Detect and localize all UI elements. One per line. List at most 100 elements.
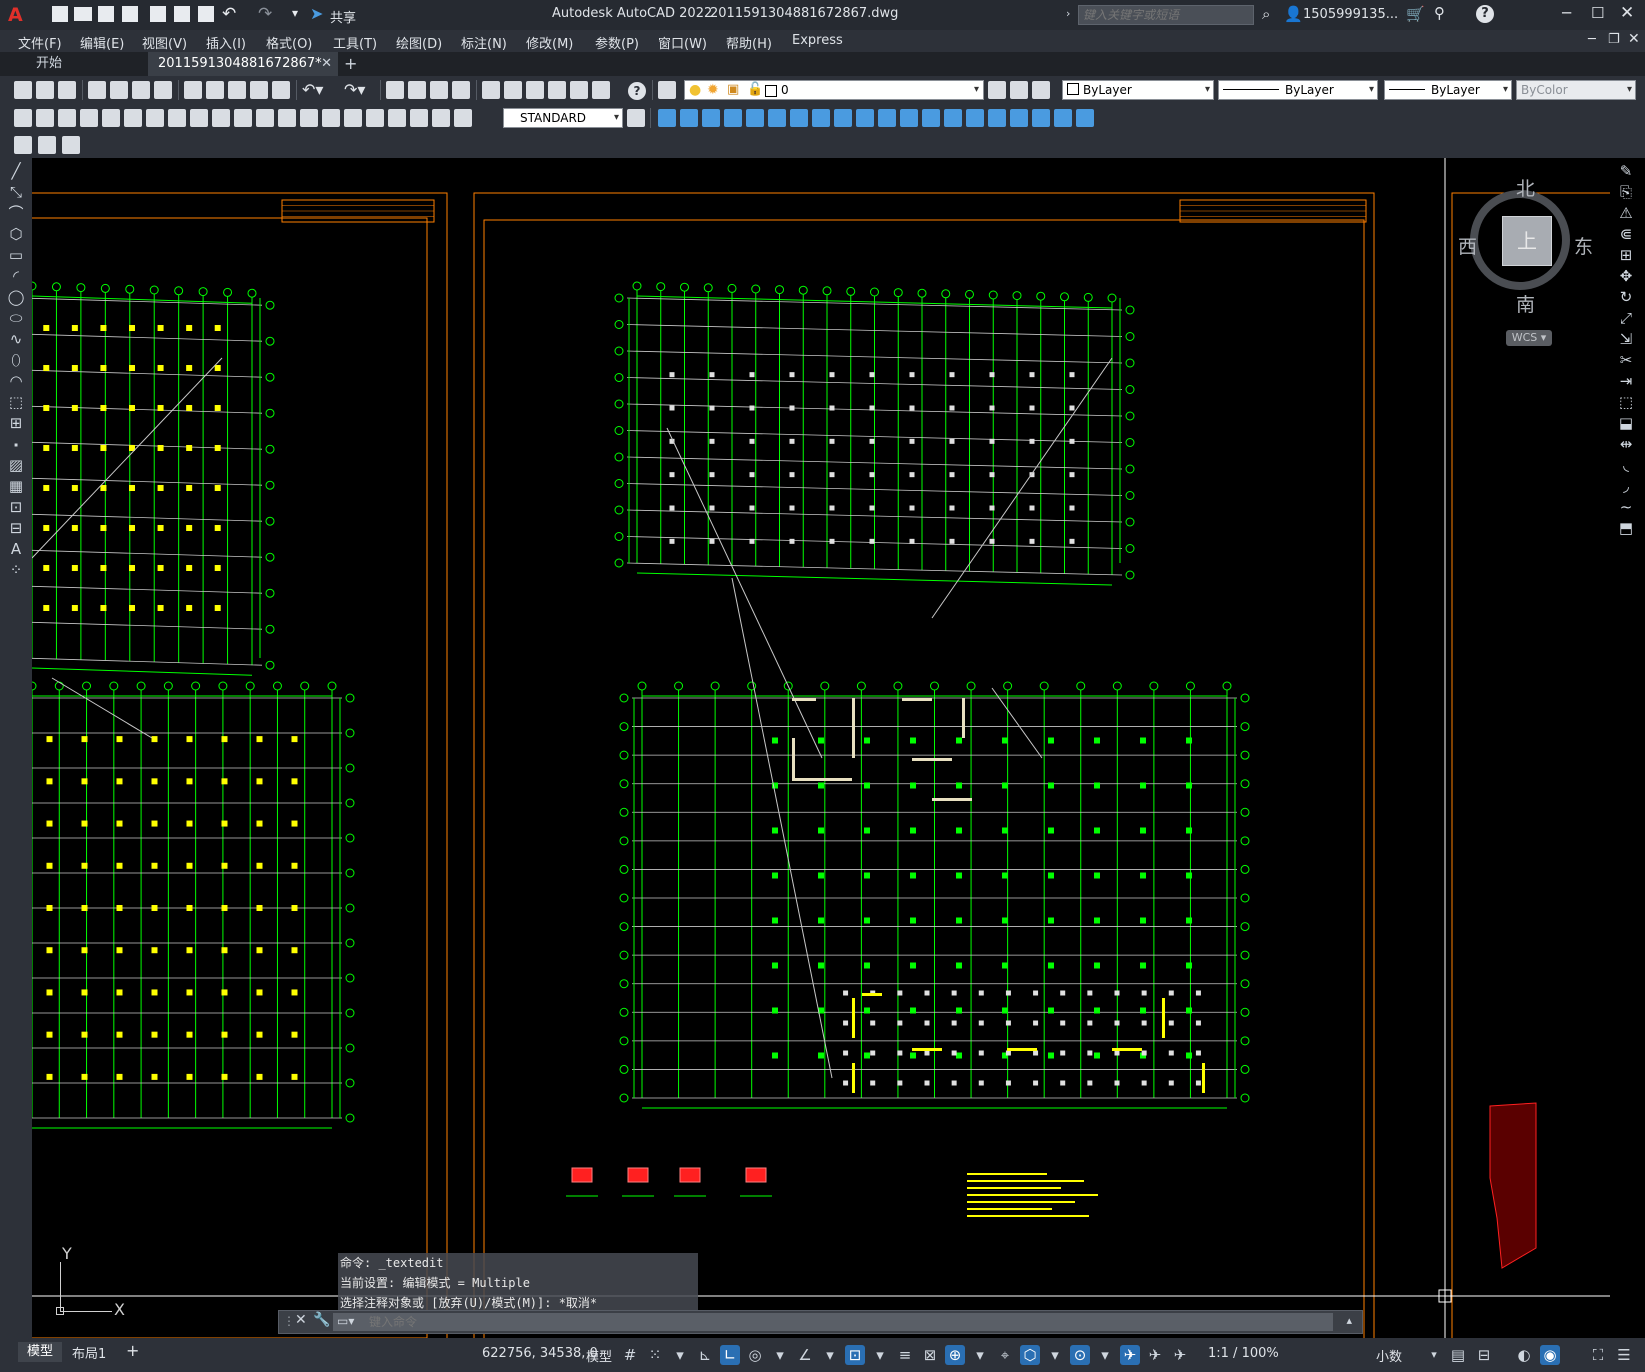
quick-access-saveas-icon[interactable] (122, 6, 138, 22)
zoom-window-icon[interactable] (430, 81, 448, 99)
aligned-dim-icon[interactable] (36, 109, 54, 127)
clean-screen-icon[interactable]: ⛶ (1588, 1345, 1608, 1365)
menu-tools[interactable]: 工具(T) (333, 33, 377, 52)
intersect-icon[interactable] (856, 109, 874, 127)
doc-close-icon[interactable]: ✕ (1628, 31, 1640, 47)
tolerance-icon[interactable] (300, 109, 318, 127)
command-customize-icon[interactable]: 🔧 (313, 1312, 330, 1328)
compass-east[interactable]: 东 (1574, 232, 1593, 259)
layer-dropdown-icon[interactable]: ▾ (974, 81, 979, 99)
hardware-acceleration-icon[interactable]: ◉ (1540, 1345, 1560, 1365)
chamfer-icon[interactable]: ◟ (1617, 456, 1635, 474)
trim-icon[interactable]: ✂ (1617, 351, 1635, 369)
menu-edit[interactable]: 编辑(E) (80, 33, 124, 52)
object-snap-tracking-icon[interactable]: ⊡ (845, 1345, 865, 1365)
color-combo[interactable]: ByLayer ▾ (1062, 80, 1214, 100)
ortho-icon[interactable]: ∟ (720, 1345, 740, 1365)
quickcalc-icon[interactable] (592, 81, 610, 99)
add-selected-icon[interactable]: ⁘ (7, 561, 25, 579)
layer-properties-icon[interactable] (658, 81, 676, 99)
plotstyle-combo[interactable]: ByColor ▾ (1516, 80, 1636, 100)
model-space-button[interactable]: 模型 (586, 1346, 612, 1365)
tab-start[interactable]: 开始 (26, 52, 72, 76)
rotate-icon[interactable]: ↻ (1617, 288, 1635, 306)
paste-icon[interactable] (228, 81, 246, 99)
quick-access-new-icon[interactable] (52, 6, 68, 22)
break-icon[interactable]: ⬓ (1617, 414, 1635, 432)
close-icon[interactable]: ✕ (1620, 3, 1634, 23)
dim-edit-icon[interactable] (388, 109, 406, 127)
plotstyle-dropdown-icon[interactable]: ▾ (1627, 81, 1632, 99)
sun-icon[interactable]: ✹ (707, 81, 719, 99)
flat-icon[interactable] (680, 109, 698, 127)
plot-icon[interactable] (88, 81, 106, 99)
tab-model[interactable]: 模型 (18, 1342, 62, 1362)
doc-restore-icon[interactable]: ❐ (1608, 32, 1620, 47)
lock-ui-icon[interactable]: ⊟ (1474, 1345, 1494, 1365)
selection-cycling-icon[interactable]: ⊕ (945, 1345, 965, 1365)
section-icon[interactable] (1032, 109, 1050, 127)
wcs-menu[interactable]: WCS ▾ (1506, 330, 1552, 346)
color-dropdown-icon[interactable]: ▾ (1205, 81, 1210, 99)
zoom-realtime-icon[interactable] (408, 81, 426, 99)
sphere-icon[interactable] (922, 109, 940, 127)
make-current-layer-icon[interactable] (988, 81, 1006, 99)
copy-icon[interactable] (206, 81, 224, 99)
annotation-scale-icon[interactable]: ✈ (1170, 1345, 1190, 1365)
linetype-combo[interactable]: ByLayer ▾ (1218, 80, 1378, 100)
layer-combo[interactable]: ● ✹ ▣ 🔓 0 ▾ (684, 80, 984, 100)
doc-minimize-icon[interactable]: ─ (1588, 32, 1596, 47)
baseline-dim-icon[interactable] (212, 109, 230, 127)
quick-dim-icon[interactable] (190, 109, 208, 127)
quick-access-publish-icon[interactable] (174, 6, 190, 22)
cone-icon[interactable] (944, 109, 962, 127)
linear-dim-icon[interactable] (14, 109, 32, 127)
command-recent-icon[interactable]: ▭▾ (337, 1314, 354, 1328)
revolve-icon[interactable] (746, 109, 764, 127)
menu-insert[interactable]: 插入(I) (206, 33, 246, 52)
move-icon[interactable]: ✥ (1617, 267, 1635, 285)
subtract-icon[interactable] (834, 109, 852, 127)
annotation-visibility-icon[interactable]: ✈ (1120, 1345, 1140, 1365)
command-close-icon[interactable]: ✕ (295, 1312, 307, 1328)
gouraud-icon[interactable] (702, 109, 720, 127)
spline-icon[interactable]: ∿ (7, 330, 25, 348)
torus-icon[interactable] (988, 109, 1006, 127)
drawing-canvas[interactable] (32, 158, 1610, 1338)
gradient-icon[interactable]: ▦ (7, 477, 25, 495)
3d-print-icon[interactable] (154, 81, 172, 99)
array-icon[interactable]: ⊞ (1617, 246, 1635, 264)
design-center-icon[interactable] (504, 81, 522, 99)
fillet-icon[interactable]: ◞ (1617, 477, 1635, 495)
angular-dim-icon[interactable] (168, 109, 186, 127)
dynamic-ucs-icon[interactable]: ⌖ (995, 1345, 1015, 1365)
zoom-previous-icon[interactable] (452, 81, 470, 99)
auto-scale-icon[interactable]: ✈ (1145, 1345, 1165, 1365)
dim-space-icon[interactable] (256, 109, 274, 127)
table-icon[interactable]: ⊟ (7, 519, 25, 537)
units-selector[interactable]: 小数 (1376, 1346, 1402, 1365)
maximize-icon[interactable]: ☐ (1591, 4, 1604, 22)
bulb-on-icon[interactable]: ● (689, 81, 701, 99)
cart-icon[interactable]: 🛒 (1406, 5, 1425, 23)
match-properties-icon[interactable] (250, 81, 268, 99)
text-style-manager-icon[interactable] (627, 109, 645, 127)
menu-file[interactable]: 文件(F) (18, 33, 62, 52)
lineweight-icon[interactable]: ≡ (895, 1345, 915, 1365)
minimize-icon[interactable]: ─ (1562, 4, 1571, 22)
circle-icon[interactable]: ◯ (7, 288, 25, 306)
help-toolbar-icon[interactable]: ? (628, 82, 646, 100)
open-icon[interactable] (36, 81, 54, 99)
annotation-monitor-icon[interactable]: ⊙ (1070, 1345, 1090, 1365)
extend-icon[interactable]: ⇥ (1617, 372, 1635, 390)
osnap-dropdown-icon[interactable]: ▾ (870, 1345, 890, 1365)
app-store-icon[interactable]: ⚲ (1434, 4, 1445, 22)
menu-draw[interactable]: 绘图(D) (396, 33, 442, 52)
selection-filter-icon[interactable]: ⬡ (1020, 1345, 1040, 1365)
customize-qat-icon[interactable]: ▾ (292, 6, 298, 20)
menu-express[interactable]: Express (792, 33, 843, 48)
lineweight-dropdown-icon[interactable]: ▾ (1503, 81, 1508, 99)
annotation-scale[interactable]: 1:1 / 100% (1208, 1346, 1279, 1361)
osnap-3d-dropdown-icon[interactable]: ▾ (970, 1345, 990, 1365)
insert-block-icon[interactable] (14, 136, 32, 154)
